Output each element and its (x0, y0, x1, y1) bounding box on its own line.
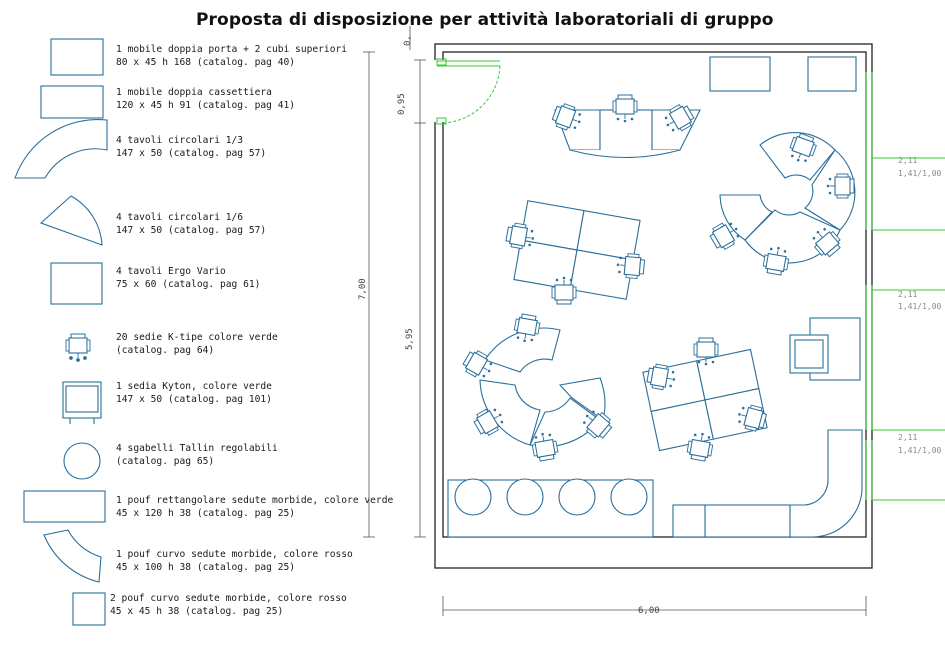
plan-mobile-cassettiera (709, 56, 771, 92)
window-label-2-size: 1,41/1,00 (898, 302, 942, 311)
symbol-pouf-rettangolare (23, 490, 106, 523)
dimension-door-width: 0,95 (397, 93, 407, 115)
symbol-tavolo-ergo-vario (50, 262, 103, 305)
plan-pouf-piccolo (672, 504, 706, 538)
window-label-2-height: 2,11 (898, 290, 917, 299)
plan-sedia-kyton (789, 334, 829, 374)
symbol-tavolo-circolare-terzo (14, 118, 108, 179)
window-label-1-size: 1,41/1,00 (898, 169, 942, 178)
window-label-1-height: 2,11 (898, 156, 917, 165)
plan-desk-group-left (513, 200, 641, 300)
plan-pouf-rettangolare (704, 504, 791, 538)
window-label-3-height: 2,11 (898, 433, 917, 442)
symbol-sedia-kyton (62, 381, 102, 424)
symbol-mobile-doppia-porta (50, 38, 104, 76)
window-label-3-size: 1,41/1,00 (898, 446, 942, 455)
symbol-mobile-cassettiera (40, 85, 104, 119)
symbol-pouf-curvo-grande (43, 529, 102, 583)
dimension-room-width: 6,00 (638, 606, 660, 616)
floor-plan-drawing: 7,00 5,95 0,95 0, 6,00 2,11 1,41/1,00 2,… (14, 26, 945, 626)
symbol-sedia-k-tipe (65, 333, 91, 362)
dimension-inner-height: 5,95 (405, 328, 415, 350)
dimension-total-height: 7,00 (358, 278, 368, 300)
plan-mobile-doppia-porta (807, 56, 857, 92)
symbol-pouf-curvo-piccolo (72, 592, 106, 626)
dimension-top-gap: 0, (403, 35, 413, 46)
plan-pouf-curvo (789, 429, 863, 538)
door (436, 58, 501, 125)
symbol-tavolo-circolare-sesto (39, 195, 103, 246)
plan-circular-group-left (479, 327, 606, 448)
symbol-sgabello-tallin (63, 442, 101, 480)
plan-stools-row (447, 478, 654, 538)
